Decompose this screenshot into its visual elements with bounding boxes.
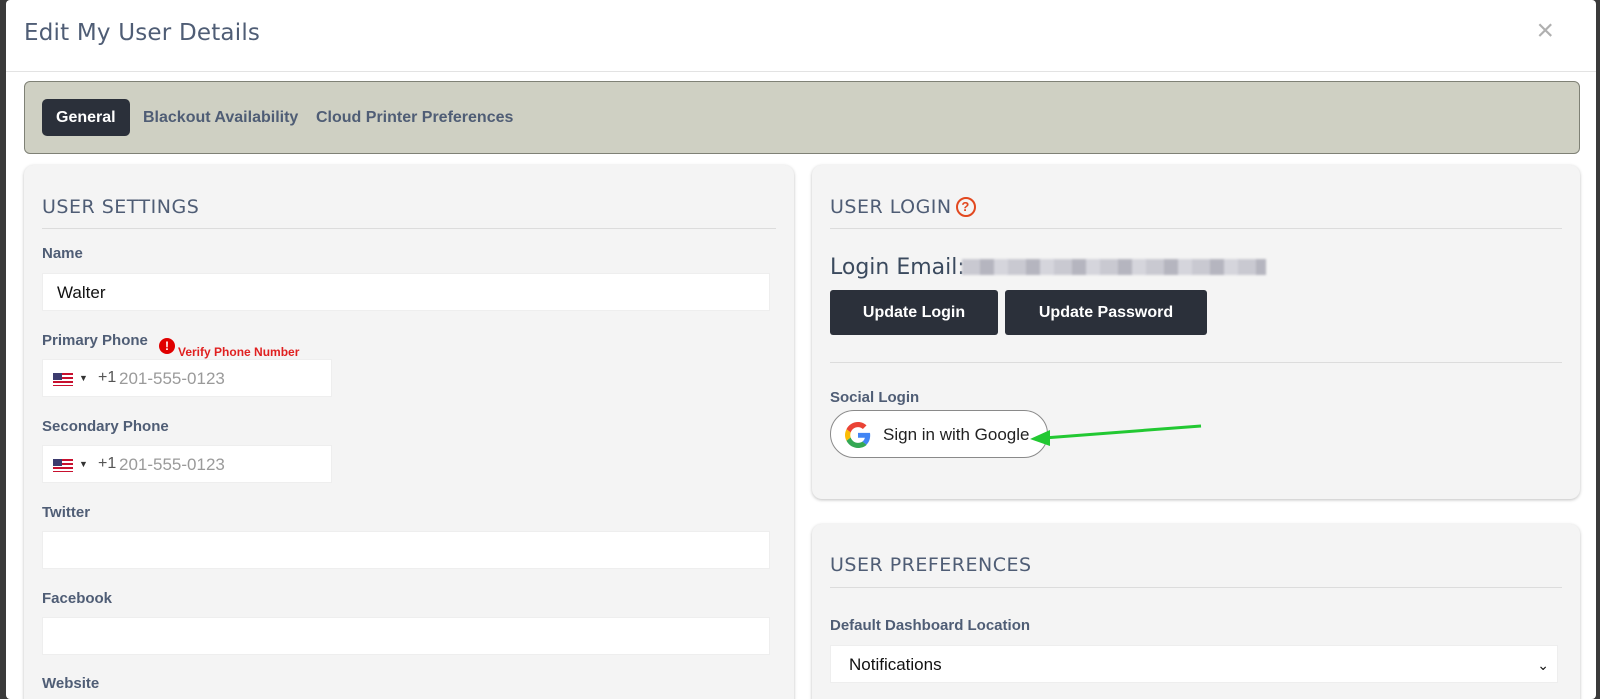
modal-title: Edit My User Details: [24, 20, 261, 46]
update-password-button[interactable]: Update Password: [1005, 290, 1207, 335]
dial-code: +1: [98, 455, 117, 472]
dashboard-location-value: Notifications: [849, 655, 942, 674]
twitter-input[interactable]: [42, 531, 770, 569]
close-icon[interactable]: ×: [1536, 16, 1554, 46]
us-flag-icon[interactable]: [53, 373, 73, 386]
annotation-arrow-icon: [1030, 424, 1202, 446]
user-login-panel: USER LOGIN? Login Email: Update Login Up…: [812, 165, 1580, 499]
google-button-label: Sign in with Google: [883, 425, 1030, 444]
user-settings-title: USER SETTINGS: [42, 196, 200, 218]
user-login-title-text: USER LOGIN: [830, 196, 952, 218]
secondary-phone-label: Secondary Phone: [42, 418, 169, 435]
login-email-label: Login Email:: [830, 255, 965, 280]
user-settings-divider: [42, 228, 776, 229]
edit-user-modal: Edit My User Details × General Blackout …: [6, 0, 1596, 699]
dial-code: +1: [98, 369, 117, 386]
warning-icon: !: [159, 338, 175, 354]
twitter-label: Twitter: [42, 504, 91, 521]
user-login-divider: [830, 228, 1562, 229]
user-preferences-divider: [830, 587, 1562, 588]
update-login-button[interactable]: Update Login: [830, 290, 998, 335]
user-preferences-title: USER PREFERENCES: [830, 554, 1032, 576]
us-flag-icon[interactable]: [53, 459, 73, 472]
name-input[interactable]: Walter: [42, 273, 770, 311]
website-label: Website: [42, 675, 100, 692]
modal-header: Edit My User Details ×: [6, 0, 1596, 72]
caret-down-icon[interactable]: ▼: [79, 459, 88, 469]
primary-phone-input[interactable]: ▼ +1 201-555-0123: [42, 359, 332, 397]
phone-placeholder[interactable]: 201-555-0123: [119, 455, 225, 475]
social-login-label: Social Login: [830, 389, 920, 406]
user-login-title: USER LOGIN?: [830, 196, 976, 218]
phone-placeholder[interactable]: 201-555-0123: [119, 369, 225, 389]
primary-phone-label: Primary Phone: [42, 332, 148, 349]
tab-blackout-availability[interactable]: Blackout Availability: [129, 99, 312, 136]
facebook-input[interactable]: [42, 617, 770, 655]
login-email-redacted: [962, 259, 1266, 275]
user-settings-panel: USER SETTINGS Name Walter Primary Phone …: [24, 165, 794, 699]
tab-bar: General Blackout Availability Cloud Prin…: [24, 81, 1580, 154]
facebook-label: Facebook: [42, 590, 113, 607]
user-preferences-panel: USER PREFERENCES Default Dashboard Locat…: [812, 524, 1580, 699]
caret-down-icon[interactable]: ▼: [79, 373, 88, 383]
tab-cloud-printer-preferences[interactable]: Cloud Printer Preferences: [302, 99, 527, 136]
dashboard-location-label: Default Dashboard Location: [830, 617, 1031, 634]
dashboard-location-select[interactable]: Notifications ⌄: [830, 645, 1558, 683]
social-divider: [830, 362, 1562, 363]
google-logo-icon: [845, 422, 871, 448]
name-label: Name: [42, 245, 83, 262]
secondary-phone-input[interactable]: ▼ +1 201-555-0123: [42, 445, 332, 483]
google-sign-in-button[interactable]: Sign in with Google: [830, 410, 1048, 458]
chevron-down-icon: ⌄: [1537, 657, 1549, 673]
tab-general[interactable]: General: [42, 99, 130, 136]
help-icon[interactable]: ?: [955, 197, 976, 217]
verify-phone-link[interactable]: Verify Phone Number: [178, 345, 299, 359]
